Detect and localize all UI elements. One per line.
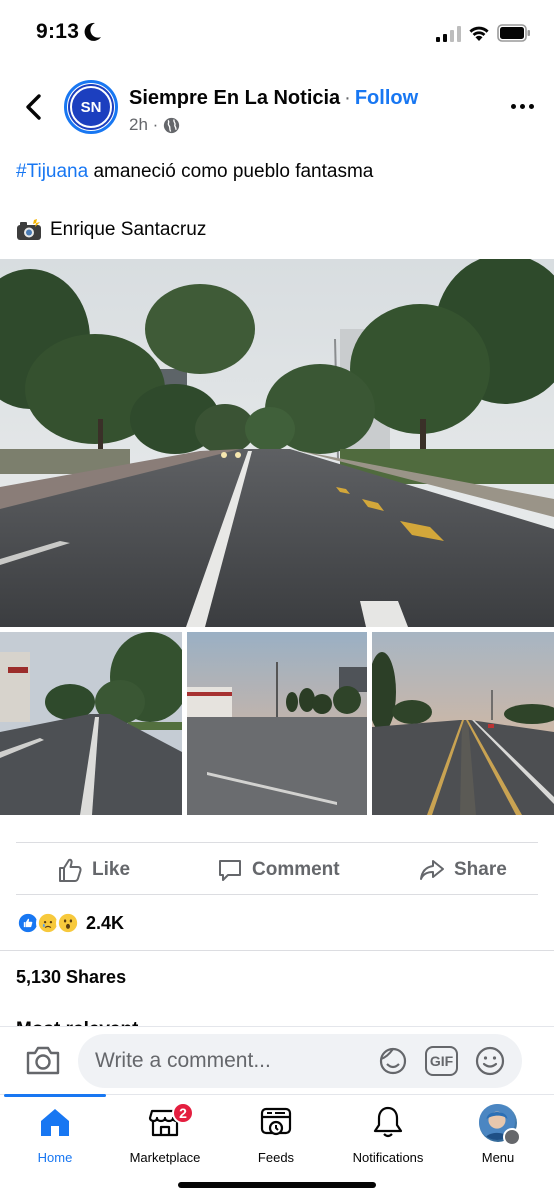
- page-avatar-initials: SN: [70, 86, 112, 128]
- home-indicator[interactable]: [178, 1182, 376, 1188]
- share-button[interactable]: Share: [418, 852, 507, 888]
- like-label: Like: [92, 859, 131, 880]
- comment-label: Comment: [252, 859, 340, 880]
- tab-menu-label: Menu: [481, 1150, 515, 1165]
- post-photo-3[interactable]: [187, 632, 367, 815]
- tab-notifications-label: Notifications: [352, 1150, 424, 1165]
- comment-button[interactable]: Comment: [216, 852, 340, 888]
- share-label: Share: [454, 859, 507, 880]
- like-button[interactable]: Like: [56, 852, 130, 888]
- hashtag-link[interactable]: #Tijuana: [16, 161, 88, 182]
- bell-icon: [373, 1106, 403, 1138]
- reactions-summary[interactable]: 2.4K: [16, 911, 124, 935]
- status-time: 9:13: [36, 20, 80, 43]
- home-icon: [41, 1109, 69, 1136]
- follow-button[interactable]: Follow: [355, 87, 418, 109]
- moon-icon: [84, 22, 101, 41]
- photo-credit: Enrique Santacruz: [16, 219, 206, 241]
- emoji-icon[interactable]: [474, 1045, 506, 1077]
- page-avatar[interactable]: SN: [64, 80, 118, 134]
- marketplace-badge: 2: [172, 1102, 194, 1124]
- comment-placeholder: Write a comment...: [95, 1049, 271, 1072]
- back-button[interactable]: [18, 90, 48, 124]
- reaction-count: 2.4K: [86, 912, 125, 933]
- divider: [0, 950, 554, 951]
- battery-icon: [497, 24, 530, 42]
- divider: [16, 842, 538, 843]
- post-text: #Tijuana amaneció como pueblo fantasma: [16, 160, 536, 184]
- tab-feeds[interactable]: Feeds: [221, 1104, 331, 1168]
- globe-icon: [164, 117, 180, 133]
- tab-home-label: Home: [37, 1150, 73, 1165]
- more-options-button[interactable]: [508, 96, 536, 116]
- status-bar: 9:13: [0, 0, 554, 64]
- tab-marketplace[interactable]: 2 Marketplace: [110, 1102, 220, 1168]
- tab-notifications[interactable]: Notifications: [333, 1104, 443, 1168]
- share-arrow-icon: [420, 860, 444, 880]
- camera-icon[interactable]: [25, 1043, 61, 1077]
- credit-name: Enrique Santacruz: [50, 219, 207, 240]
- comments-sort-heading[interactable]: Most relevant: [16, 1018, 138, 1026]
- shares-count[interactable]: 5,130 Shares: [16, 967, 126, 988]
- profile-avatar: [479, 1104, 521, 1146]
- cellular-signal-icon: [436, 26, 461, 42]
- post-photo-2[interactable]: [0, 632, 182, 815]
- chevron-left-icon: [26, 94, 41, 120]
- post-meta: 2h ·: [129, 115, 180, 135]
- post-time: 2h ·: [129, 115, 159, 134]
- divider: [16, 894, 538, 895]
- tab-home[interactable]: Home: [0, 1104, 110, 1168]
- post-photo-4[interactable]: [372, 632, 554, 815]
- sticker-icon[interactable]: [376, 1044, 410, 1078]
- active-tab-indicator: [4, 1094, 106, 1097]
- boulevard-photo: [372, 632, 554, 815]
- post-header-title: Siempre En La Noticia · Follow: [129, 87, 418, 110]
- wow-reaction-icon: [56, 911, 80, 935]
- comment-bubble-icon: [219, 860, 241, 881]
- gif-button[interactable]: GIF: [425, 1046, 458, 1076]
- camera-flash-emoji-icon: [17, 219, 41, 240]
- post-body-text: amaneció como pueblo fantasma: [88, 161, 374, 182]
- empty-street-photo: [0, 259, 554, 627]
- feeds-icon: [260, 1107, 292, 1136]
- menu-lines-icon: [503, 1128, 521, 1146]
- separator-dot: ·: [344, 87, 351, 109]
- page-name[interactable]: Siempre En La Noticia: [129, 87, 340, 109]
- post-photo-main[interactable]: [0, 259, 554, 627]
- wifi-icon: [469, 26, 489, 41]
- thumbs-up-icon: [59, 858, 82, 882]
- tab-feeds-label: Feeds: [257, 1150, 295, 1165]
- street-photo-2: [0, 632, 182, 815]
- parking-lot-photo: [187, 632, 367, 815]
- tab-marketplace-label: Marketplace: [129, 1150, 201, 1165]
- tab-menu[interactable]: Menu: [443, 1104, 553, 1168]
